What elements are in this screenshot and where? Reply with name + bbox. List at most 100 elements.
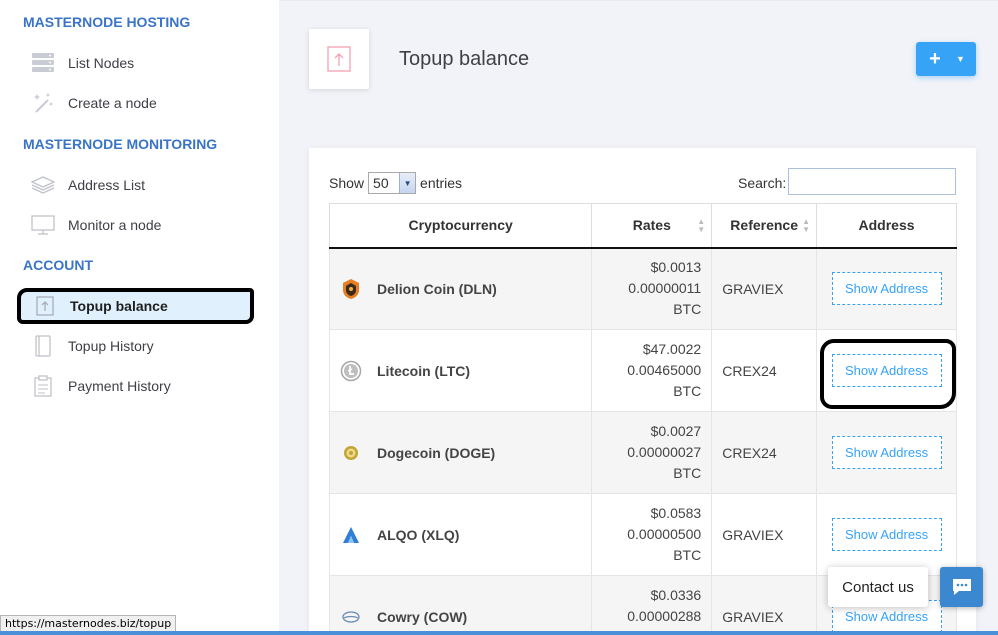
page-size-select[interactable]: 50 ▼ bbox=[368, 172, 417, 194]
coin-name: Dogecoin (DOGE) bbox=[377, 444, 496, 461]
add-label: + bbox=[929, 48, 941, 70]
search-label: Search: bbox=[738, 175, 787, 191]
address-cell: Show Address bbox=[816, 493, 957, 576]
rate-unit: BTC bbox=[673, 547, 702, 563]
contact-us-button[interactable]: Contact us bbox=[828, 567, 928, 607]
column-header-cryptocurrency[interactable]: Cryptocurrency bbox=[328, 203, 593, 249]
dogecoin-icon bbox=[340, 442, 362, 464]
chevron-down-icon: ▼ bbox=[956, 54, 965, 64]
rate-cell: $0.0583 0.00000500 BTC bbox=[591, 493, 713, 576]
sidebar-item-create-node[interactable]: Create a node bbox=[18, 86, 254, 120]
rate-btc: 0.00000011 bbox=[628, 280, 702, 297]
monitor-icon bbox=[30, 213, 56, 237]
server-icon bbox=[30, 51, 56, 75]
rate-cell: $0.0336 0.00000288 BTC bbox=[591, 575, 713, 635]
rate-usd: $47.0022 bbox=[642, 341, 702, 357]
sidebar-item-list-nodes[interactable]: List Nodes bbox=[18, 46, 254, 80]
page-title: Topup balance bbox=[399, 48, 530, 70]
column-header-reference[interactable]: Reference ▲ ▼ bbox=[711, 203, 818, 249]
coin-cell: Dogecoin (DOGE) bbox=[328, 411, 593, 494]
sidebar-item-label: Topup History bbox=[68, 338, 154, 354]
coin-name: Litecoin (LTC) bbox=[377, 362, 471, 379]
coin-cell: Litecoin (LTC) bbox=[328, 329, 593, 412]
coin-name: ALQO (XLQ) bbox=[377, 526, 460, 543]
browser-status-url: https://masternodes.biz/topup bbox=[0, 615, 177, 632]
table-row: Delion Coin (DLN) $0.0013 0.00000011 BTC… bbox=[328, 247, 957, 330]
rate-unit: BTC bbox=[673, 465, 702, 481]
search-input[interactable] bbox=[788, 168, 956, 195]
reference-cell: GRAVIEX bbox=[711, 493, 818, 576]
page-header: Topup balance + ▼ bbox=[279, 0, 998, 118]
reference-cell: CREX24 bbox=[711, 411, 818, 494]
content-panel: Show 50 ▼ entries Search: Cryptocurrency… bbox=[309, 148, 976, 635]
show-address-button[interactable]: Show Address bbox=[831, 436, 942, 469]
sidebar-item-monitor-node[interactable]: Monitor a node bbox=[18, 208, 254, 242]
show-address-button[interactable]: Show Address bbox=[831, 354, 942, 387]
sidebar: MASTERNODE HOSTING List Nodes Create a n… bbox=[0, 0, 279, 635]
show-label: Show bbox=[329, 175, 365, 191]
sidebar-item-label: Create a node bbox=[68, 95, 157, 111]
table-row: Litecoin (LTC) $47.0022 0.00465000 BTC C… bbox=[328, 329, 957, 412]
sidebar-item-label: Address List bbox=[68, 177, 146, 193]
coin-cell: Delion Coin (DLN) bbox=[328, 247, 593, 330]
column-header-address[interactable]: Address bbox=[816, 203, 957, 249]
column-header-rates[interactable]: Rates ▲ ▼ bbox=[591, 203, 713, 249]
upload-icon bbox=[309, 29, 369, 89]
chat-icon[interactable] bbox=[940, 567, 983, 607]
reference-cell: GRAVIEX bbox=[711, 247, 818, 330]
rate-unit: BTC bbox=[673, 383, 702, 399]
table-header-row: Cryptocurrency Rates ▲ ▼ Reference ▲ ▼ Addre… bbox=[328, 203, 957, 249]
sidebar-item-topup-balance[interactable]: Topup balance bbox=[17, 288, 254, 324]
sidebar-item-label: Monitor a node bbox=[68, 217, 162, 233]
rate-btc: 0.00000027 bbox=[627, 444, 702, 460]
coin-name: Cowry (COW) bbox=[377, 608, 468, 625]
delion-coin-icon bbox=[340, 278, 362, 300]
alqo-icon bbox=[340, 524, 362, 546]
sort-icon: ▲ ▼ bbox=[802, 217, 811, 234]
coin-name: Delion Coin (DLN) bbox=[377, 280, 497, 297]
entries-label: entries bbox=[420, 175, 463, 191]
section-title-masternode-monitoring: MASTERNODE MONITORING bbox=[23, 136, 218, 152]
magic-wand-icon bbox=[30, 91, 56, 115]
address-cell: Show Address bbox=[816, 247, 957, 330]
coin-cell: ALQO (XLQ) bbox=[328, 493, 593, 576]
taskbar-edge bbox=[0, 631, 998, 635]
sort-icon: ▲ ▼ bbox=[697, 217, 706, 234]
reference-cell: GRAVIEX bbox=[711, 575, 818, 635]
rate-cell: $0.0027 0.00000027 BTC bbox=[591, 411, 713, 494]
section-title-masternode-hosting: MASTERNODE HOSTING bbox=[23, 14, 191, 30]
address-cell: Show Address bbox=[816, 411, 957, 494]
chevron-down-icon: ▼ bbox=[399, 173, 416, 193]
rate-btc: 0.00465000 bbox=[627, 362, 702, 378]
sidebar-item-topup-history[interactable]: Topup History bbox=[18, 329, 254, 363]
clipboard-icon bbox=[30, 374, 56, 398]
sidebar-item-payment-history[interactable]: Payment History bbox=[18, 369, 254, 403]
sidebar-item-address-list[interactable]: Address List bbox=[18, 168, 254, 202]
sidebar-item-label: Topup balance bbox=[70, 298, 168, 314]
page-size-control: Show 50 ▼ entries bbox=[329, 172, 462, 194]
sidebar-item-label: Payment History bbox=[68, 378, 171, 394]
rate-cell: $0.0013 0.00000011 BTC bbox=[591, 247, 713, 330]
rate-usd: $0.0027 bbox=[650, 423, 702, 439]
hand-drawn-circle: Show Address bbox=[819, 339, 956, 409]
show-address-button[interactable]: Show Address bbox=[831, 518, 942, 551]
rate-unit: BTC bbox=[673, 301, 702, 318]
add-dropdown-button[interactable]: + ▼ bbox=[916, 42, 976, 76]
reference-cell: CREX24 bbox=[711, 329, 818, 412]
section-title-account: ACCOUNT bbox=[23, 257, 93, 273]
rate-usd: $0.0583 bbox=[650, 505, 702, 521]
layers-icon bbox=[30, 173, 56, 197]
upload-icon bbox=[32, 294, 58, 318]
rate-cell: $47.0022 0.00465000 BTC bbox=[591, 329, 713, 412]
rate-usd: $0.0013 bbox=[650, 259, 702, 276]
table-row: ALQO (XLQ) $0.0583 0.00000500 BTC GRAVIE… bbox=[328, 493, 957, 576]
address-cell: Show Address bbox=[816, 329, 957, 412]
litecoin-icon bbox=[340, 360, 362, 382]
rate-btc: 0.00000288 bbox=[627, 608, 702, 624]
table-row: Dogecoin (DOGE) $0.0027 0.00000027 BTC C… bbox=[328, 411, 957, 494]
rate-usd: $0.0336 bbox=[650, 587, 702, 603]
page-size-value: 50 bbox=[373, 175, 389, 191]
book-icon bbox=[30, 334, 56, 358]
show-address-button[interactable]: Show Address bbox=[831, 272, 942, 306]
sidebar-item-label: List Nodes bbox=[68, 55, 135, 71]
